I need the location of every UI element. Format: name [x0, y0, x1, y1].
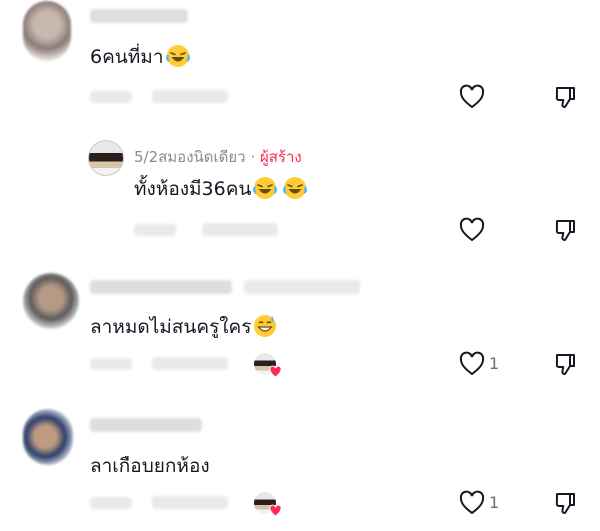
comment-text: ทั้งห้องมี36คน [134, 176, 308, 201]
comment-text: ลาหมดไม่สนครูใคร [90, 314, 277, 339]
dislike-icon[interactable] [552, 350, 580, 378]
dislike-icon[interactable] [552, 83, 580, 111]
heart-icon[interactable] [458, 83, 486, 111]
reply-button[interactable] [202, 223, 278, 236]
username[interactable]: 5/2สมองนิดเดียว [134, 148, 246, 166]
comment-text: 6คนที่มา [90, 44, 190, 69]
username[interactable] [90, 280, 232, 294]
creator-liked-badge [254, 492, 282, 517]
heart-icon [269, 365, 282, 378]
heart-icon[interactable] [458, 216, 486, 244]
comment-text: ลาเกือบยกห้อง [90, 455, 210, 477]
username-extra [244, 280, 360, 294]
dislike-icon[interactable] [552, 489, 580, 517]
grinning-face-with-sweat-icon [254, 315, 277, 337]
face-with-tears-of-joy-icon [283, 177, 308, 199]
avatar[interactable] [23, 273, 79, 329]
face-with-tears-of-joy-icon [253, 177, 278, 199]
creator-liked-badge [254, 353, 282, 378]
reply-button[interactable] [152, 90, 228, 103]
timestamp [134, 224, 176, 236]
dislike-icon[interactable] [552, 216, 580, 244]
creator-avatar[interactable] [88, 140, 124, 176]
reply-header: 5/2สมองนิดเดียว · ผู้สร้าง [134, 145, 302, 169]
reply-button[interactable] [152, 357, 228, 370]
reply-button[interactable] [152, 496, 228, 509]
timestamp [90, 91, 132, 103]
creator-tag: ผู้สร้าง [259, 148, 302, 166]
timestamp [90, 497, 132, 509]
separator: · [250, 148, 256, 166]
heart-icon [269, 504, 282, 517]
like-count: 1 [489, 354, 500, 373]
username[interactable] [90, 418, 202, 432]
username[interactable] [90, 9, 188, 23]
like-count: 1 [489, 493, 500, 512]
avatar[interactable] [23, 409, 73, 465]
avatar[interactable] [23, 1, 71, 61]
heart-icon[interactable] [458, 350, 486, 378]
timestamp [90, 358, 132, 370]
heart-icon[interactable] [458, 489, 486, 517]
face-with-tears-of-joy-icon [165, 45, 190, 67]
